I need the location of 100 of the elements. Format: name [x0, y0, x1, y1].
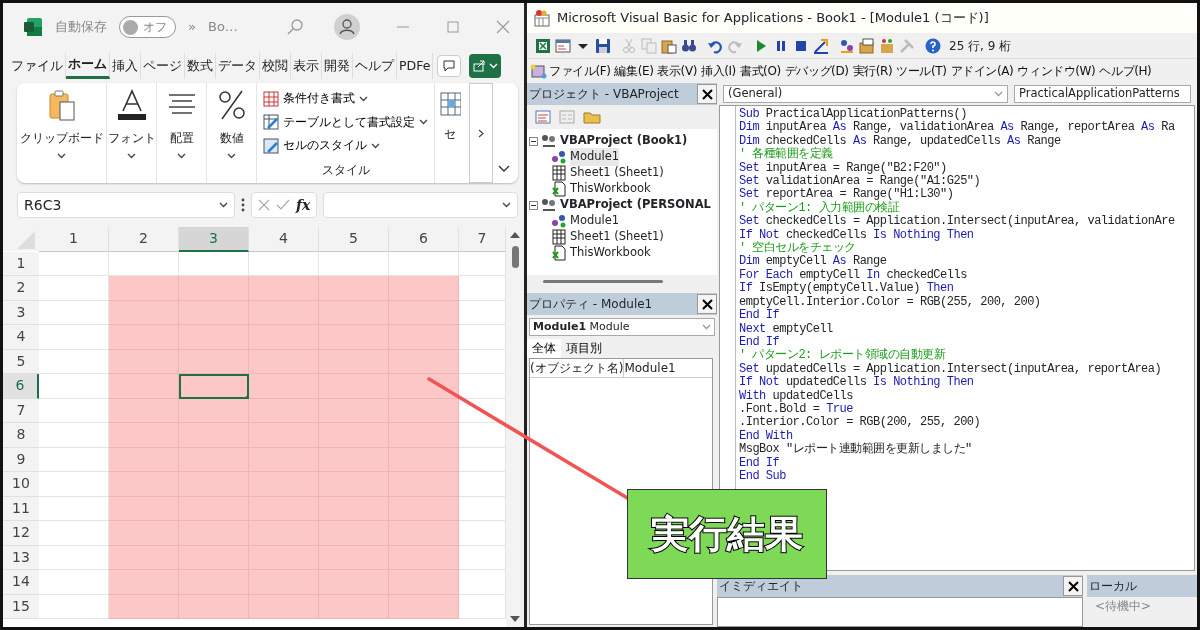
filled-cell[interactable]	[389, 594, 459, 619]
filled-cell[interactable]	[389, 423, 459, 448]
menu-item[interactable]: 編集(E)	[612, 62, 656, 80]
project-explorer-icon[interactable]	[839, 37, 855, 54]
filled-cell[interactable]	[249, 349, 319, 374]
filled-cell[interactable]	[249, 276, 319, 301]
filled-cell[interactable]	[389, 276, 459, 301]
collapse-icon[interactable]	[529, 136, 538, 146]
filled-cell[interactable]	[389, 374, 459, 399]
scrollbar-thumb[interactable]	[543, 279, 663, 283]
view-code-icon[interactable]	[535, 110, 551, 124]
column-header[interactable]: 3	[179, 227, 249, 252]
menu-item[interactable]: ウィンドウ(W)	[1015, 62, 1098, 80]
folder-icon[interactable]	[583, 110, 601, 124]
filled-cell[interactable]	[319, 276, 389, 301]
ribbon-tab[interactable]: PDFe	[397, 53, 434, 79]
filled-cell[interactable]	[389, 349, 459, 374]
filled-cell[interactable]	[109, 447, 179, 472]
filled-cell[interactable]	[389, 521, 459, 546]
row-header[interactable]: 10	[3, 472, 39, 497]
column-header[interactable]: 5	[319, 227, 389, 252]
filled-cell[interactable]	[179, 349, 249, 374]
close-icon[interactable]	[495, 20, 510, 34]
maximize-icon[interactable]	[445, 20, 460, 34]
object-list-dropdown[interactable]: (General)	[723, 85, 1008, 103]
property-value[interactable]: Module1	[624, 359, 676, 378]
filled-cell[interactable]	[389, 545, 459, 570]
ribbon-tab[interactable]: 表示	[291, 53, 322, 79]
cancel-icon[interactable]	[258, 199, 270, 211]
tree-item[interactable]: ThisWorkbook	[570, 180, 651, 198]
row-header[interactable]: 6	[3, 374, 39, 399]
tree-item[interactable]: Module1	[570, 148, 620, 166]
filled-cell[interactable]	[179, 594, 249, 619]
filled-cell[interactable]	[109, 594, 179, 619]
ribbon-tab[interactable]: 数式	[185, 53, 216, 79]
filled-cell[interactable]	[109, 300, 179, 325]
filled-cell[interactable]	[109, 374, 179, 399]
row-header[interactable]: 11	[3, 496, 39, 521]
row-header[interactable]: 7	[3, 398, 39, 423]
object-dropdown[interactable]: Module1 Module	[529, 318, 715, 336]
column-header[interactable]: 4	[249, 227, 319, 252]
ribbon-tab[interactable]: ページ	[141, 53, 185, 79]
more-options-icon[interactable]	[241, 198, 245, 212]
active-cell[interactable]	[179, 374, 249, 399]
ribbon-group-button[interactable]: クリップボード	[17, 83, 107, 183]
ribbon-tab[interactable]: 校閲	[260, 53, 291, 79]
name-box[interactable]: R6C3	[17, 192, 235, 218]
properties-tab[interactable]: 項目別	[561, 339, 607, 359]
row-header[interactable]: 1	[3, 251, 39, 276]
menu-item[interactable]: 表示(V)	[655, 62, 699, 80]
style-menu-button[interactable]: 条件付き書式	[263, 87, 428, 111]
row-header[interactable]: 13	[3, 545, 39, 570]
search-icon[interactable]	[285, 18, 304, 36]
collapse-ribbon-icon[interactable]	[498, 165, 510, 173]
ribbon-group-button[interactable]: 配置	[157, 83, 207, 183]
tree-item[interactable]: VBAProject (PERSONAL	[560, 196, 711, 214]
filled-cell[interactable]	[319, 594, 389, 619]
menu-item[interactable]: デバッグ(D)	[782, 62, 851, 80]
filled-cell[interactable]	[109, 496, 179, 521]
save-icon[interactable]	[595, 37, 611, 54]
filled-cell[interactable]	[249, 398, 319, 423]
filled-cell[interactable]	[389, 398, 459, 423]
filled-cell[interactable]	[109, 398, 179, 423]
menu-item[interactable]: アドイン(A)	[948, 62, 1016, 80]
insert-function-button[interactable]: fx	[296, 194, 311, 216]
filled-cell[interactable]	[109, 521, 179, 546]
view-object-icon[interactable]	[559, 110, 575, 124]
filled-cell[interactable]	[249, 374, 319, 399]
excel-view-icon[interactable]	[535, 37, 551, 54]
scrollbar-thumb[interactable]	[511, 246, 519, 268]
column-header[interactable]: 2	[109, 227, 179, 252]
row-header[interactable]: 12	[3, 521, 39, 546]
row-header[interactable]: 8	[3, 423, 39, 448]
menu-item[interactable]: 挿入(I)	[699, 62, 738, 80]
filled-cell[interactable]	[389, 570, 459, 595]
filled-cell[interactable]	[109, 276, 179, 301]
filled-cell[interactable]	[389, 325, 459, 350]
column-header[interactable]: 1	[39, 227, 109, 252]
close-button[interactable]	[1063, 576, 1083, 596]
column-header[interactable]: 6	[389, 227, 459, 252]
close-button[interactable]	[697, 294, 717, 314]
row-header[interactable]: 2	[3, 276, 39, 301]
filled-cell[interactable]	[389, 447, 459, 472]
style-menu-button[interactable]: セルのスタイル	[263, 134, 428, 158]
row-header[interactable]: 14	[3, 570, 39, 595]
share-button[interactable]	[469, 54, 502, 78]
filled-cell[interactable]	[389, 496, 459, 521]
row-header[interactable]: 3	[3, 300, 39, 325]
grid-cell[interactable]	[39, 251, 109, 276]
paste-icon[interactable]	[661, 37, 677, 54]
autosave-toggle[interactable]: オフ	[119, 16, 176, 38]
filled-cell[interactable]	[109, 423, 179, 448]
filled-cell[interactable]	[109, 472, 179, 497]
menu-item[interactable]: ファイル(F)	[547, 62, 613, 80]
find-icon[interactable]	[681, 37, 697, 54]
design-mode-icon[interactable]	[813, 37, 829, 54]
collapse-icon[interactable]	[529, 200, 538, 210]
formula-input-field[interactable]	[323, 192, 518, 218]
ribbon-group-button[interactable]: フォント	[107, 83, 157, 183]
insert-form-icon[interactable]	[555, 37, 571, 54]
